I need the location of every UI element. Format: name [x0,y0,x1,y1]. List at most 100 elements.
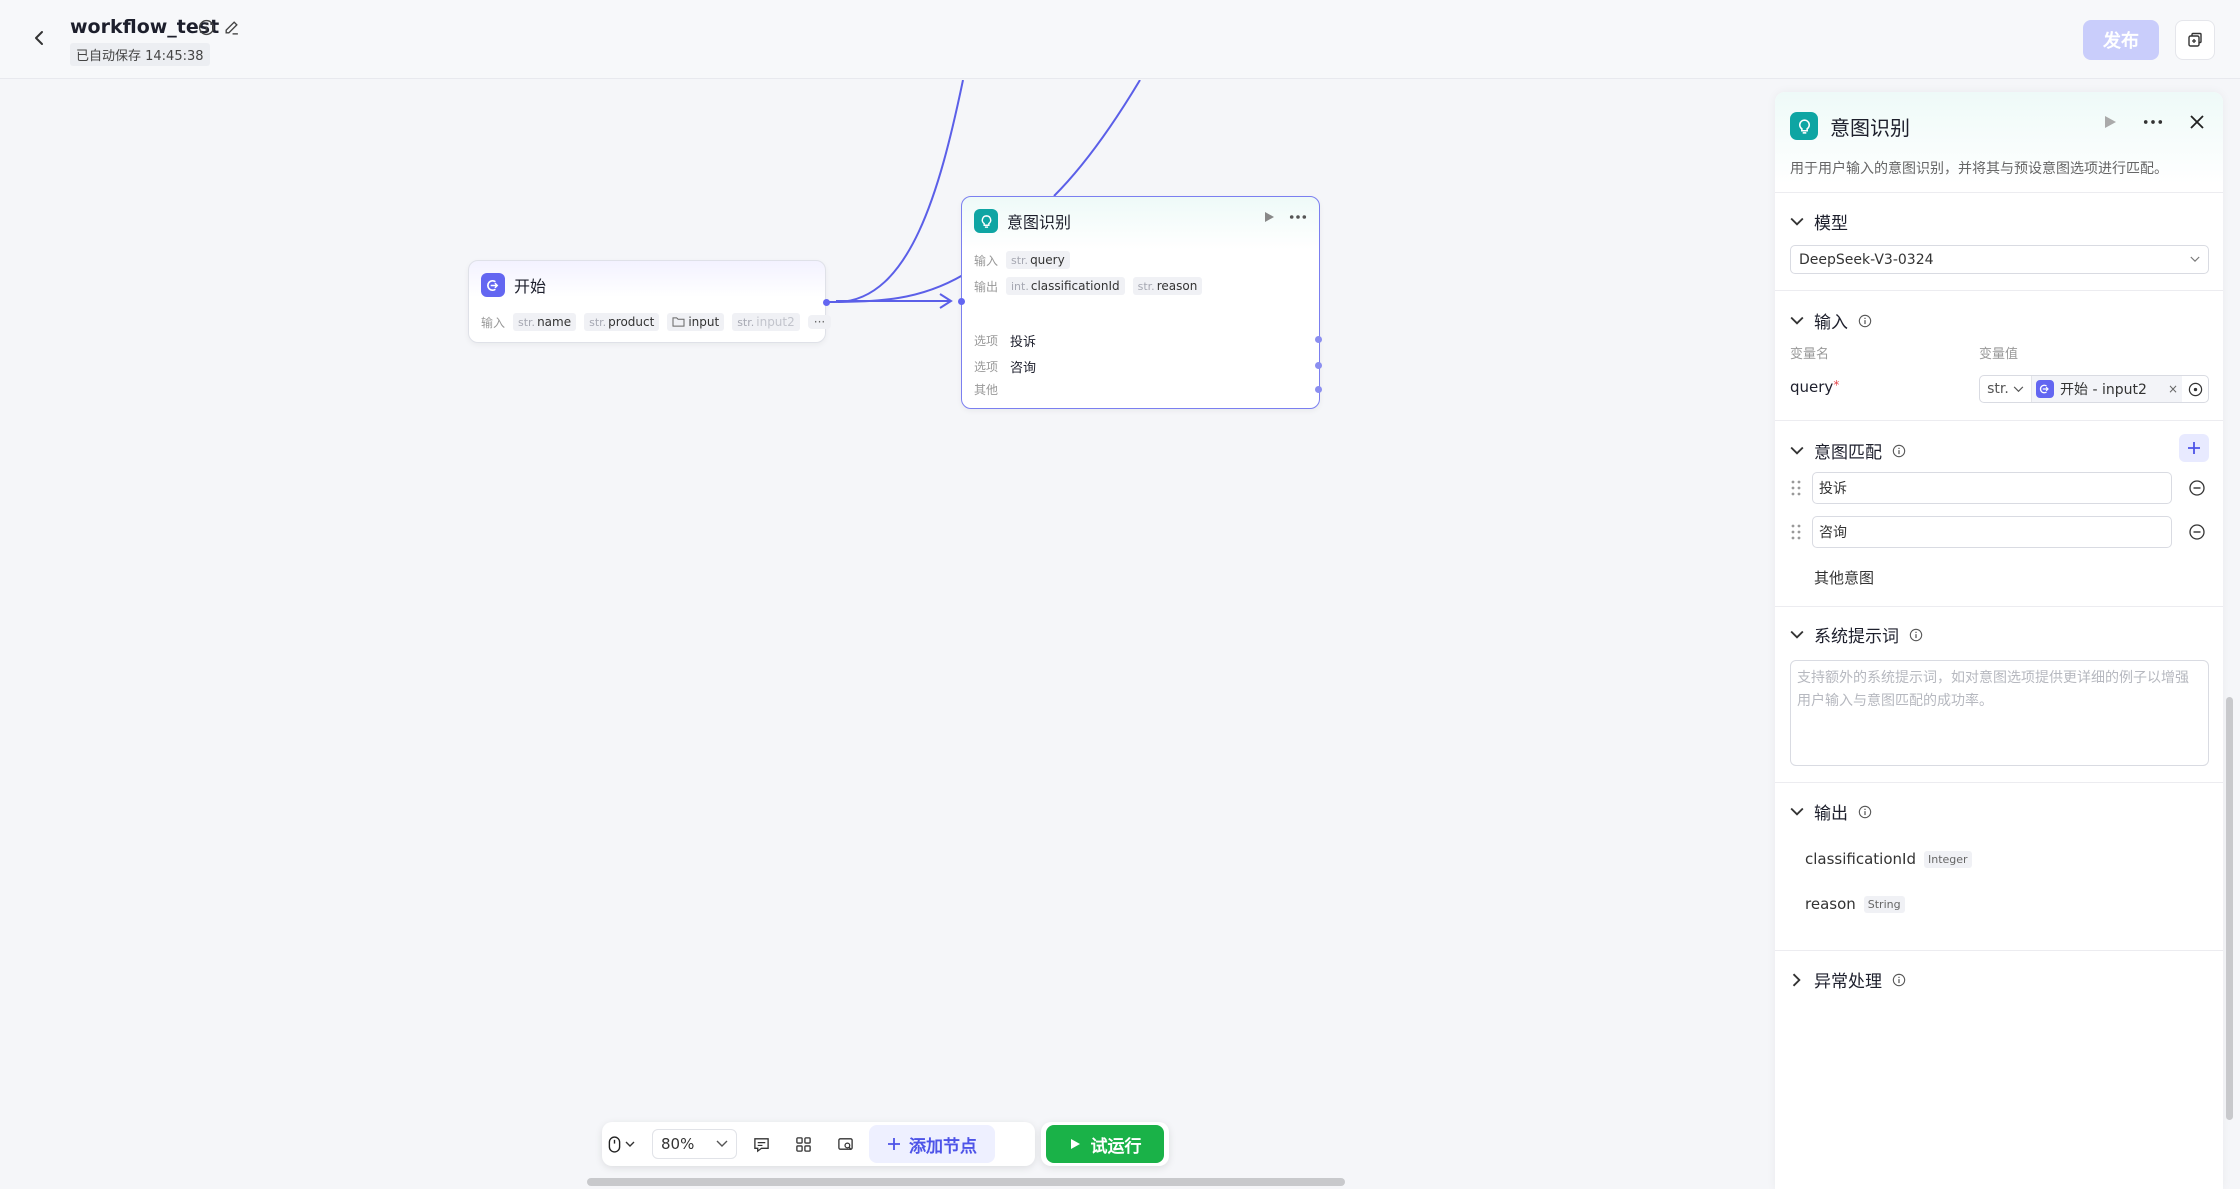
top-bar: workflow_test 已自动保存 14:45:38 发布 [0,0,2240,79]
more-icon[interactable] [1289,214,1307,220]
clear-reference-button[interactable]: × [2163,376,2182,402]
option-label: 选项 [974,360,999,374]
chevron-down-icon [1790,446,1804,455]
more-icon[interactable] [2143,119,2163,125]
plus-icon [2188,442,2200,454]
intent-output-tag: str. reason [1132,277,1203,295]
comment-icon [753,1137,769,1152]
model-section-label: 模型 [1814,214,1848,234]
variable-picker-button[interactable] [2182,376,2208,402]
input-section-header[interactable]: 输入 [1790,308,1872,333]
start-input-tag: str. product [584,313,660,331]
start-input-label: 输入 [481,315,506,330]
output-section-header[interactable]: 输出 [1790,799,1872,824]
play-icon [1070,1139,1080,1149]
lightbulb-icon [974,209,998,233]
var-value-column: 变量值 [1979,347,2019,362]
horizontal-scrollbar[interactable] [587,1178,1345,1186]
add-node-button[interactable]: 添加节点 [869,1125,995,1163]
info-icon[interactable] [1892,444,1906,458]
output-item: classificationId Integer [1805,850,1972,868]
intent-input[interactable]: 投诉 [1812,472,2172,504]
add-node-label: 添加节点 [909,1136,977,1157]
chevron-down-icon [625,1141,635,1147]
edge-upper-2[interactable] [1053,80,1141,197]
grid-icon [795,1136,811,1152]
intent-input[interactable]: 咨询 [1812,516,2172,548]
zoom-value: 80% [661,1135,695,1153]
target-icon [2188,382,2202,396]
input-var-name: query* [1790,378,1840,396]
other-port[interactable] [1315,386,1322,393]
drag-handle-icon[interactable] [1790,523,1802,541]
info-icon[interactable] [1909,628,1923,642]
edge-upper-1[interactable] [837,80,964,303]
panel-scrollbar[interactable] [2226,697,2233,1120]
more-inputs-button[interactable]: ··· [807,315,832,329]
info-icon[interactable] [1858,805,1872,819]
close-icon[interactable] [2189,114,2205,130]
info-icon[interactable] [1858,314,1872,328]
auto-layout-button[interactable] [785,1129,821,1159]
edge-start-to-intent[interactable] [827,274,964,303]
option-label: 选项 [974,334,999,348]
play-icon[interactable] [2103,115,2117,129]
intent-node[interactable]: 意图识别 输入 str. query 输出 int. classificationI… [958,196,1322,409]
intent-item: 投诉 [1790,472,2206,504]
system-prompt-section-header[interactable]: 系统提示词 [1790,622,1923,647]
start-node[interactable]: 开始 输入 str. name str. product input str. inp… [468,260,832,343]
option-port[interactable] [1315,362,1322,369]
interaction-mode-toggle[interactable] [608,1135,646,1153]
exception-section-header[interactable]: 异常处理 [1790,967,1906,992]
var-reference[interactable]: 开始 - input2 [2032,376,2164,402]
info-icon[interactable] [198,19,215,36]
remove-circle-icon[interactable] [2188,479,2206,497]
test-run-button[interactable]: 试运行 [1046,1125,1164,1163]
exception-section-label: 异常处理 [1814,972,1882,992]
drag-handle-icon[interactable] [1790,479,1802,497]
info-icon[interactable] [1892,973,1906,987]
panel-description: 用于用户输入的意图识别，并将其与预设意图选项进行匹配。 [1790,161,2168,177]
chevron-right-icon [1792,973,1801,986]
start-node-icon [481,273,505,297]
remove-circle-icon[interactable] [2188,523,2206,541]
panel-header: 意图识别 用于用户输入的意图识别，并将其与预设意图选项进行匹配。 [1775,92,2223,184]
model-select[interactable]: DeepSeek-V3-0324 [1790,245,2209,274]
output-type-badge: Integer [1923,850,1972,868]
input-var-value[interactable]: str. 开始 - input2 × [1979,375,2209,403]
minimap-button[interactable] [827,1129,863,1159]
play-icon[interactable] [1263,211,1275,223]
var-reference-text: 开始 - input2 [2060,382,2147,398]
system-prompt-label: 系统提示词 [1814,627,1899,647]
node-config-panel: 意图识别 用于用户输入的意图识别，并将其与预设意图选项进行匹配。 模型 Deep… [1775,92,2223,1189]
test-run-label: 试运行 [1090,1136,1142,1157]
intent-output-label: 输出 [974,279,999,294]
zoom-select[interactable]: 80% [652,1129,737,1159]
model-section-header[interactable]: 模型 [1790,209,1848,234]
add-intent-button[interactable] [2179,434,2209,462]
comment-button[interactable] [743,1129,779,1159]
back-arrow-icon[interactable] [28,26,52,50]
option-port[interactable] [1315,336,1322,343]
chevron-down-icon [716,1140,728,1147]
system-prompt-textarea[interactable]: 支持额外的系统提示词，如对意图选项提供更详细的例子以增强用户输入与意图匹配的成功… [1790,660,2209,766]
chevron-down-icon [2190,256,2200,262]
intent-input-port[interactable] [958,298,965,305]
start-output-port[interactable] [823,299,830,306]
intent-input-label: 输入 [974,253,999,268]
edit-icon[interactable] [223,19,240,36]
autosave-badge: 已自动保存 14:45:38 [70,43,210,66]
var-type-value: str. [1987,381,2009,397]
workflow-canvas[interactable]: 开始 输入 str. name str. product input str. inp… [0,80,1775,1189]
input-section-label: 输入 [1814,313,1848,333]
copy-button[interactable] [2175,20,2215,60]
mouse-icon [608,1135,621,1153]
publish-button[interactable]: 发布 [2083,20,2159,60]
var-type-select[interactable]: str. [1980,376,2032,402]
intent-section-header[interactable]: 意图匹配 [1790,438,1906,463]
output-name: classificationId [1805,850,1916,868]
start-input-tag: str. name [513,313,577,331]
edges-layer [827,80,1141,309]
intent-input-tag: str. query [1006,251,1070,269]
other-intent-label: 其他意图 [1814,569,1875,587]
